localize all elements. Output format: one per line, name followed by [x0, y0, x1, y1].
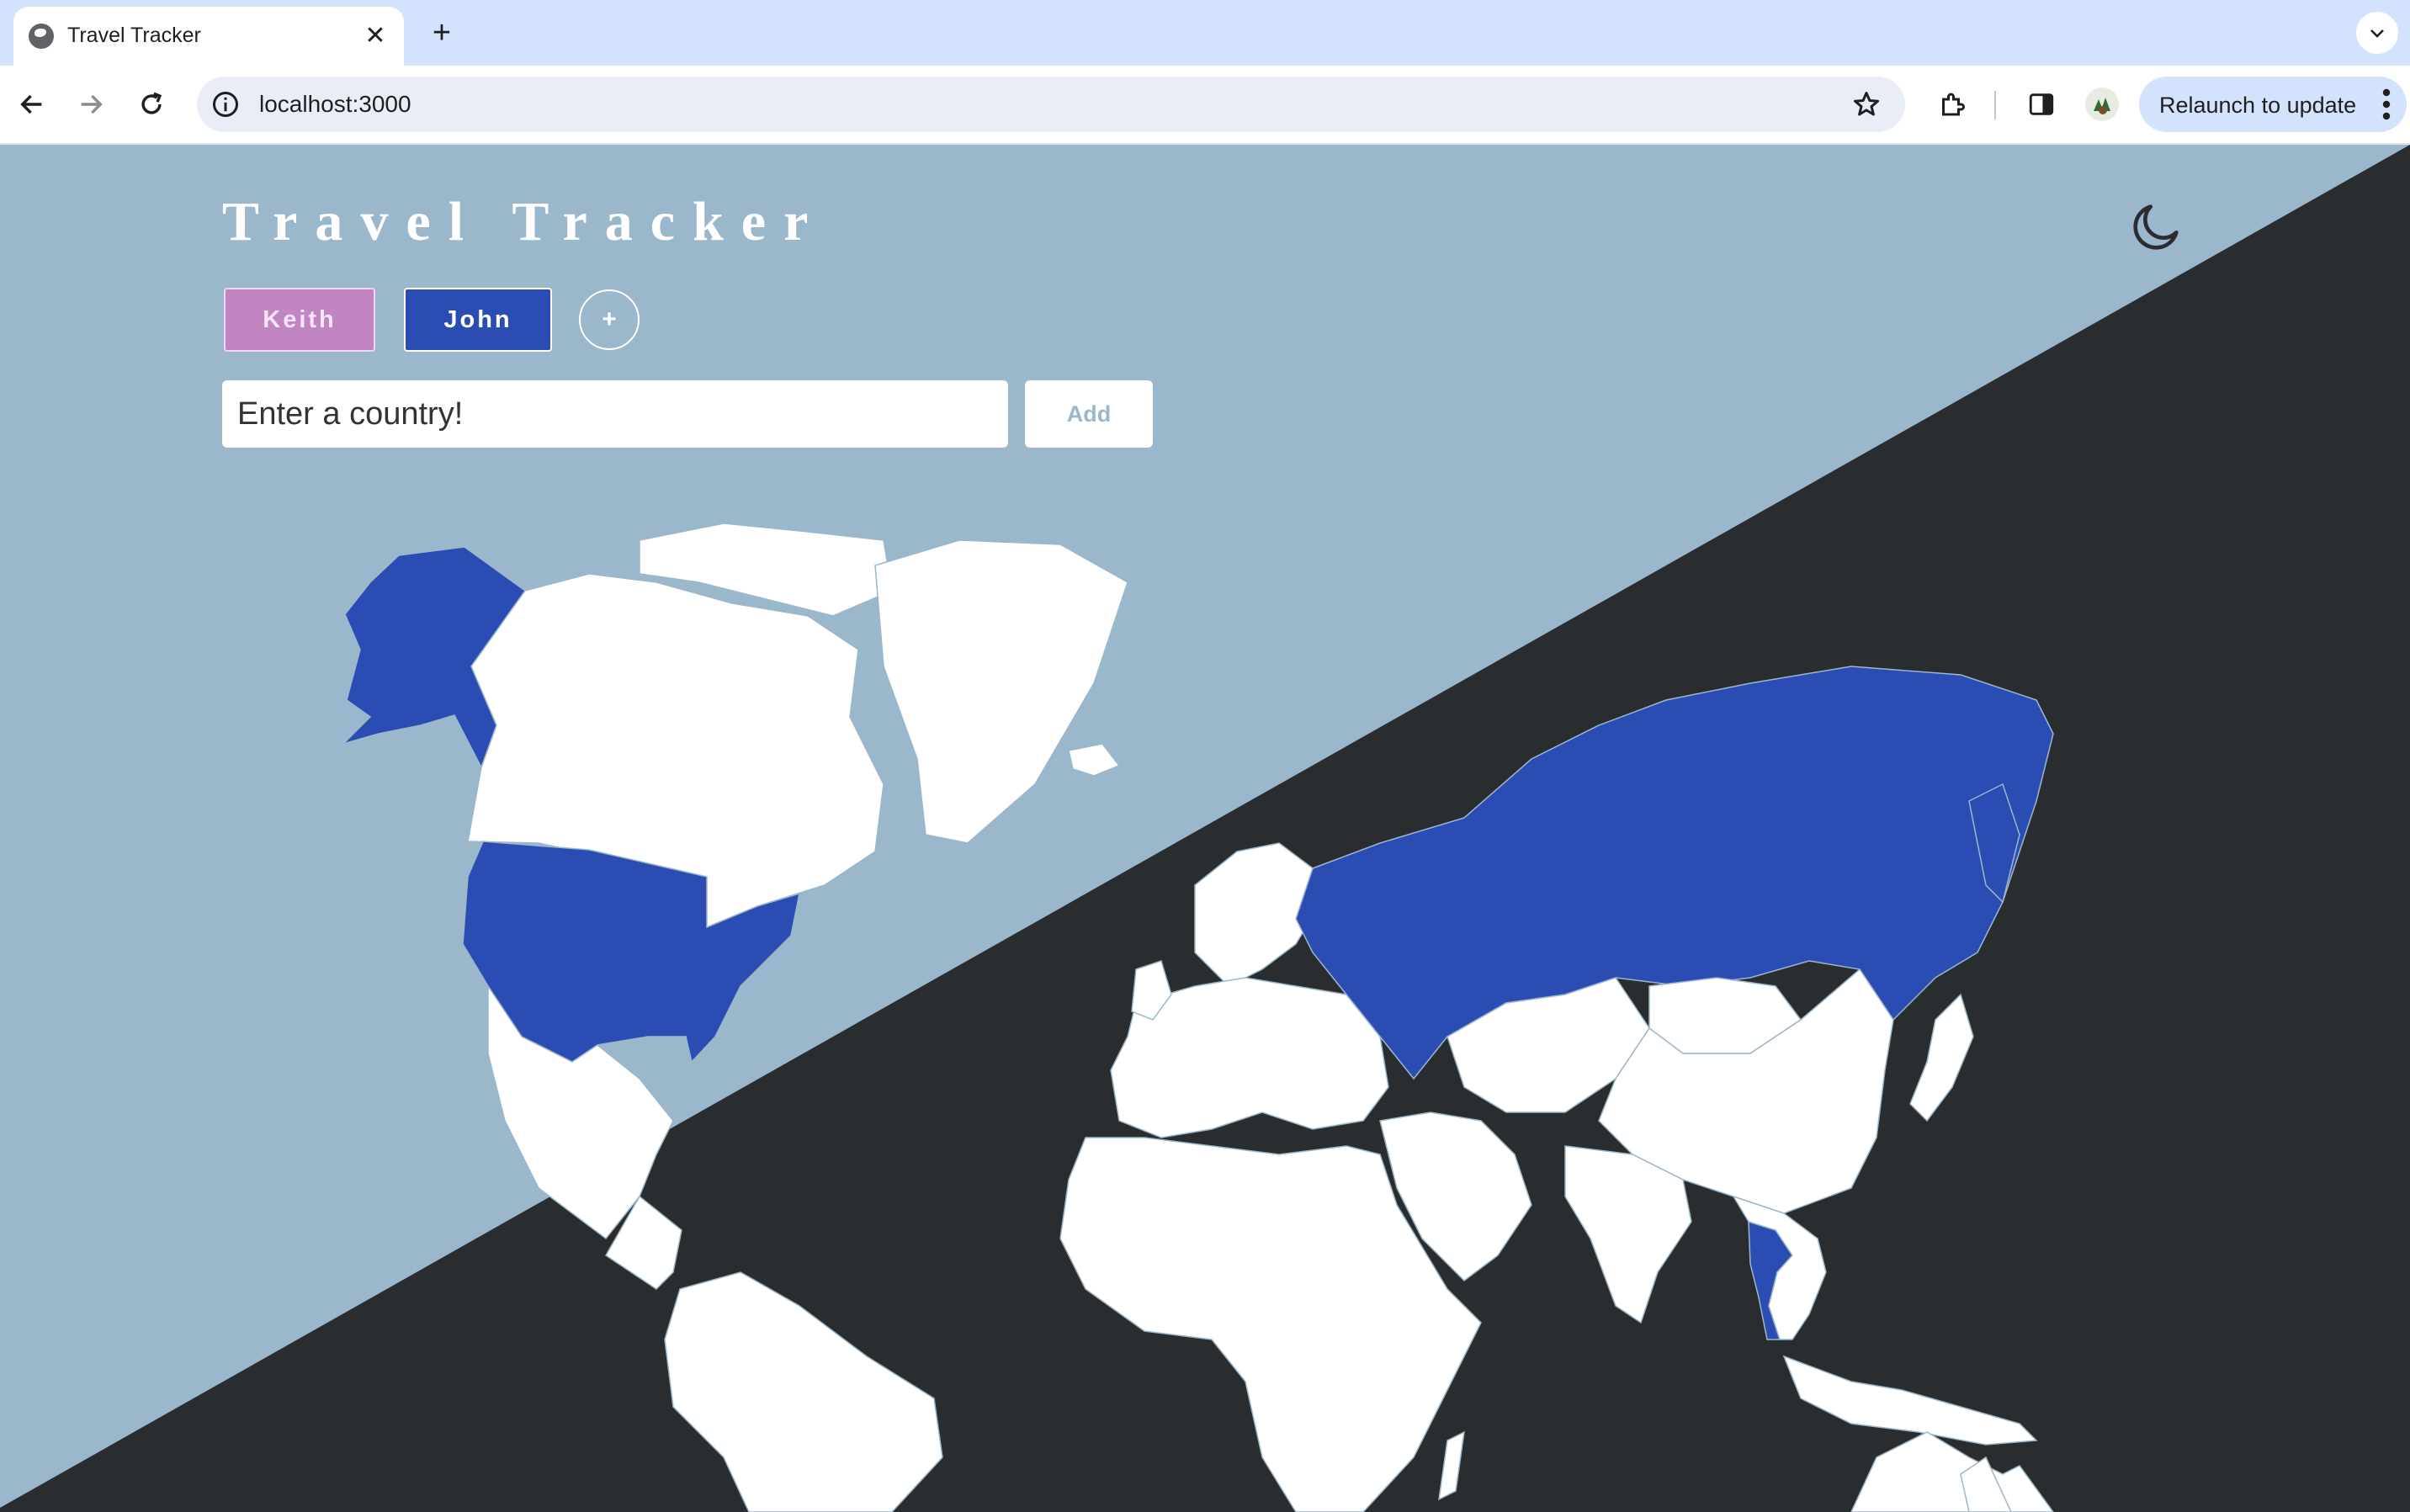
back-button[interactable] [12, 84, 52, 125]
reload-icon [141, 92, 162, 114]
tab-search-button[interactable] [2356, 12, 2398, 54]
url-text: localhost:3000 [259, 91, 411, 117]
country-japan[interactable] [1909, 993, 1974, 1122]
extensions-button[interactable] [1932, 84, 1972, 125]
country-iceland[interactable] [1068, 743, 1121, 777]
add-country-button[interactable]: Add [1025, 380, 1153, 448]
puzzle-icon [1942, 93, 1965, 116]
app-title: Travel Tracker [222, 191, 826, 252]
add-user-button[interactable]: + [579, 289, 640, 350]
side-panel-button[interactable] [2021, 84, 2062, 125]
moon-icon[interactable] [2127, 197, 2186, 256]
arrow-left-icon [20, 94, 42, 114]
country-south-america[interactable] [664, 1271, 943, 1512]
tab-title: Travel Tracker [67, 24, 201, 47]
page-content: Travel Tracker Keith John + Add [0, 145, 2410, 1512]
address-bar[interactable]: localhost:3000 [197, 77, 1905, 132]
relaunch-button[interactable]: Relaunch to update [2139, 77, 2407, 132]
country-greenland[interactable] [874, 539, 1128, 844]
reload-button[interactable] [131, 84, 172, 125]
toolbar-divider [1994, 91, 1996, 119]
user-tab-john[interactable]: John [404, 288, 552, 352]
browser-tabstrip: Travel Tracker ✕ + [0, 0, 2410, 66]
close-tab-icon[interactable]: ✕ [358, 19, 392, 52]
more-vert-icon[interactable] [2378, 87, 2395, 122]
chevron-down-icon [2370, 29, 2384, 38]
new-tab-button[interactable]: + [422, 13, 461, 52]
profile-avatar[interactable] [2085, 88, 2119, 121]
bookmark-star-icon[interactable] [1851, 89, 1882, 119]
globe-icon [29, 24, 54, 49]
relaunch-label: Relaunch to update [2159, 93, 2357, 118]
arrow-right-icon [81, 94, 103, 114]
country-australia[interactable] [1850, 1431, 2054, 1512]
user-tab-keith[interactable]: Keith [224, 288, 375, 352]
info-icon[interactable] [210, 89, 241, 119]
profile-picture-icon [2094, 98, 2110, 114]
country-madagascar[interactable] [1438, 1430, 1465, 1501]
country-input[interactable] [222, 380, 1008, 448]
browser-tab[interactable]: Travel Tracker ✕ [13, 7, 404, 66]
browser-toolbar: localhost:3000 Relaunch to update [0, 66, 2410, 145]
country-indonesia[interactable] [1782, 1355, 2038, 1446]
forward-button[interactable] [71, 84, 111, 125]
map-countries[interactable] [341, 523, 2054, 1512]
side-panel-icon [2029, 93, 2054, 115]
